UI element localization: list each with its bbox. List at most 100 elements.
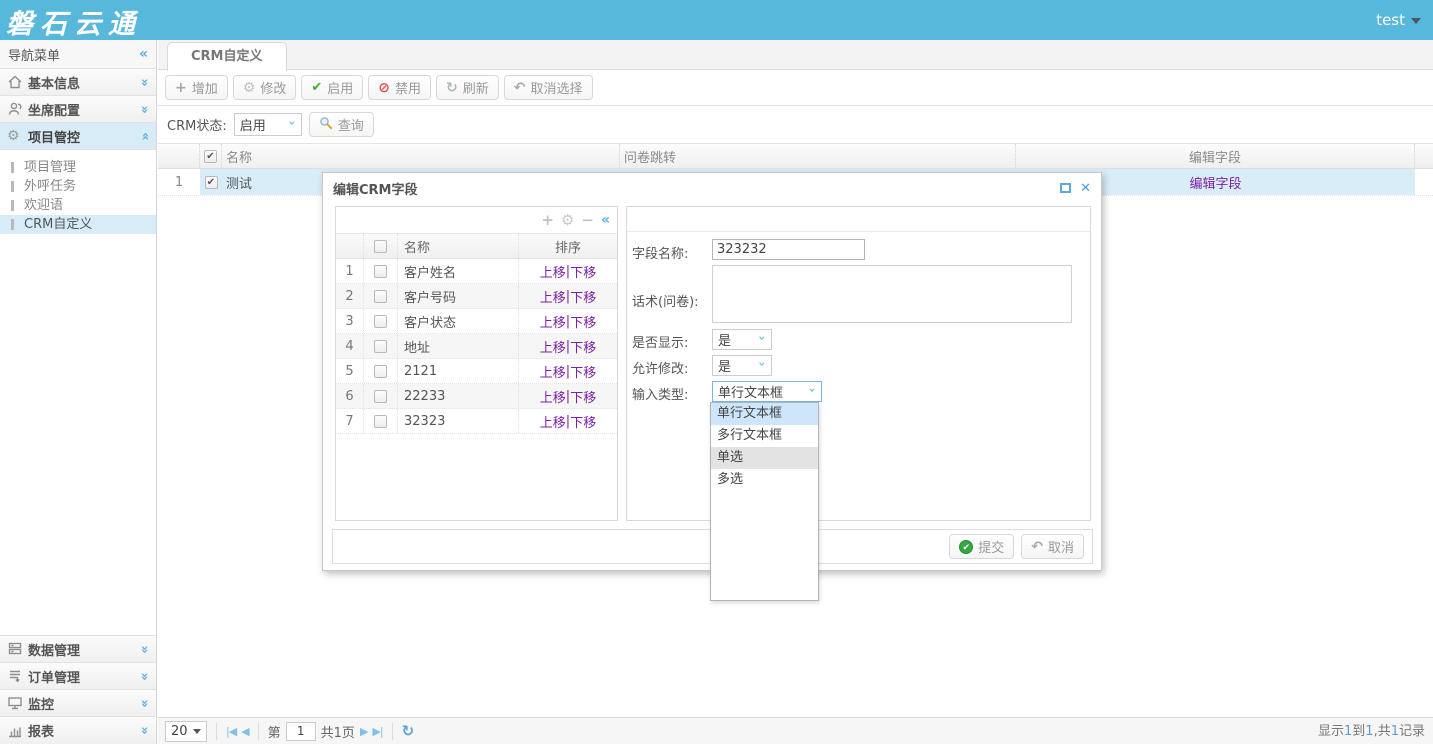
dialog-title-bar[interactable]: 编辑CRM字段 ✕ [323, 173, 1101, 203]
sidebar-item-monitor[interactable]: 监控 « [0, 690, 156, 717]
reload-icon[interactable]: ↻ [402, 722, 415, 740]
enable-button-label: 启用 [327, 78, 353, 97]
divider [392, 723, 393, 740]
sidebar-item-project-management[interactable]: 项目管理 [0, 158, 156, 177]
sidebar-item-agent-config[interactable]: 坐席配置 « [0, 96, 156, 123]
search-icon [319, 116, 333, 134]
dropdown-option-single-choice[interactable]: 单选 [711, 447, 818, 469]
move-up-link[interactable]: 上移 [540, 337, 566, 356]
filter-bar: CRM状态: 启用 ‹ 查询 [158, 106, 1433, 144]
input-type-select[interactable]: 单行文本框 ‹ [712, 381, 822, 402]
row-checkbox[interactable]: ✔ [205, 176, 218, 189]
row-checkbox[interactable] [374, 340, 387, 353]
gear-icon: ⚙ [243, 80, 256, 96]
modify-select[interactable]: 是 ‹ [712, 355, 772, 376]
disable-button[interactable]: ⊘ 禁用 [368, 75, 431, 100]
crm-status-select[interactable]: 启用 ‹ [234, 113, 302, 136]
table-row[interactable]: 5 2121 上移|下移 [336, 359, 617, 384]
tab-crm-custom[interactable]: CRM自定义 [167, 42, 287, 71]
move-up-link[interactable]: 上移 [540, 262, 566, 281]
row-checkbox[interactable] [374, 290, 387, 303]
dropdown-option-multi-choice[interactable]: 多选 [711, 469, 818, 491]
dropdown-option-multi-line[interactable]: 多行文本框 [711, 425, 818, 447]
header-name[interactable]: 名称 [398, 234, 519, 258]
grid-header-edit[interactable]: 编辑字段 [1016, 144, 1415, 168]
submit-button[interactable]: ✔ 提交 [949, 534, 1014, 559]
page-size-select[interactable]: 20 [165, 721, 207, 742]
row-checkbox[interactable] [374, 265, 387, 278]
dropdown-option-single-line[interactable]: 单行文本框 [711, 403, 818, 425]
table-row[interactable]: 7 32323 上移|下移 [336, 409, 617, 434]
remove-field-icon[interactable]: − [581, 211, 594, 229]
move-up-link[interactable]: 上移 [540, 287, 566, 306]
field-name-input[interactable] [712, 239, 865, 260]
table-row[interactable]: 1 客户姓名 上移|下移 [336, 259, 617, 284]
sidebar-item-outbound-task[interactable]: 外呼任务 [0, 177, 156, 196]
row-checkbox[interactable] [374, 390, 387, 403]
top-bar: 磐石云通 test [0, 0, 1433, 40]
sidebar-item-welcome-message[interactable]: 欢迎语 [0, 196, 156, 215]
prev-page-icon[interactable]: ◀ [241, 725, 248, 738]
chevron-down-icon: ‹ [755, 335, 769, 344]
sidebar-item-crm-custom[interactable]: CRM自定义 [0, 215, 156, 234]
sidebar-collapse-icon[interactable]: « [139, 46, 148, 62]
cancel-button[interactable]: ↶ 取消 [1021, 534, 1084, 559]
script-textarea[interactable] [712, 265, 1072, 323]
sidebar-item-data-management[interactable]: 数据管理 « [0, 636, 156, 663]
row-number: 1 [336, 259, 364, 283]
show-label: 是否显示: [632, 332, 688, 351]
move-down-link[interactable]: 下移 [570, 362, 596, 381]
refresh-button[interactable]: ↻ 刷新 [436, 75, 499, 100]
select-all-checkbox[interactable]: ✔ [204, 150, 217, 163]
table-row[interactable]: 2 客户号码 上移|下移 [336, 284, 617, 309]
row-checkbox[interactable] [374, 315, 387, 328]
grid-header-name[interactable]: 名称 [222, 144, 620, 168]
move-down-link[interactable]: 下移 [570, 312, 596, 331]
move-down-link[interactable]: 下移 [570, 387, 596, 406]
page-number-input[interactable] [286, 722, 316, 741]
row-checkbox[interactable] [374, 365, 387, 378]
table-row[interactable]: 6 22233 上移|下移 [336, 384, 617, 409]
sidebar-item-project-control[interactable]: ⚙ 项目管控 « [0, 123, 156, 150]
select-all-checkbox[interactable] [374, 240, 387, 253]
user-menu[interactable]: test [1376, 0, 1421, 40]
header-sort[interactable]: 排序 [519, 234, 617, 258]
next-page-icon[interactable]: ▶ [360, 725, 367, 738]
edit-fields-link[interactable]: 编辑字段 [1189, 173, 1241, 192]
search-button[interactable]: 查询 [309, 112, 374, 137]
collapse-panel-icon[interactable]: « [601, 212, 610, 228]
move-up-link[interactable]: 上移 [540, 362, 566, 381]
add-field-icon[interactable]: + [541, 211, 554, 229]
database-icon [7, 641, 23, 657]
first-page-icon[interactable]: |◀ [226, 725, 236, 738]
refresh-button-label: 刷新 [463, 78, 489, 97]
move-up-link[interactable]: 上移 [540, 412, 566, 431]
table-row[interactable]: 4 地址 上移|下移 [336, 334, 617, 359]
fields-mini-toolbar: + ⚙ − « [336, 207, 617, 233]
home-icon [7, 74, 23, 90]
move-down-link[interactable]: 下移 [570, 412, 596, 431]
show-value: 是 [718, 330, 731, 349]
move-down-link[interactable]: 下移 [570, 287, 596, 306]
last-page-icon[interactable]: ▶| [372, 725, 382, 738]
add-button[interactable]: + 增加 [165, 75, 228, 100]
sidebar-item-order-management[interactable]: 订单管理 « [0, 663, 156, 690]
move-up-link[interactable]: 上移 [540, 387, 566, 406]
show-select[interactable]: 是 ‹ [712, 329, 772, 350]
fields-table-header: 名称 排序 [336, 233, 617, 259]
move-down-link[interactable]: 下移 [570, 262, 596, 281]
move-up-link[interactable]: 上移 [540, 312, 566, 331]
table-row[interactable]: 3 客户状态 上移|下移 [336, 309, 617, 334]
close-icon[interactable]: ✕ [1080, 181, 1091, 196]
move-down-link[interactable]: 下移 [570, 337, 596, 356]
check-circle-icon: ✔ [959, 540, 973, 554]
maximize-icon[interactable] [1060, 183, 1071, 193]
sidebar-item-basic-info[interactable]: 基本信息 « [0, 69, 156, 96]
modify-button[interactable]: ⚙ 修改 [233, 75, 297, 100]
cancel-selection-button[interactable]: ↶ 取消选择 [504, 75, 593, 100]
grid-header-jump[interactable]: 问卷跳转 [620, 144, 1016, 168]
enable-button[interactable]: ✔ 启用 [301, 75, 363, 100]
row-checkbox[interactable] [374, 415, 387, 428]
gear-icon[interactable]: ⚙ [561, 211, 574, 229]
sidebar-item-reports[interactable]: 报表 « [0, 717, 156, 744]
